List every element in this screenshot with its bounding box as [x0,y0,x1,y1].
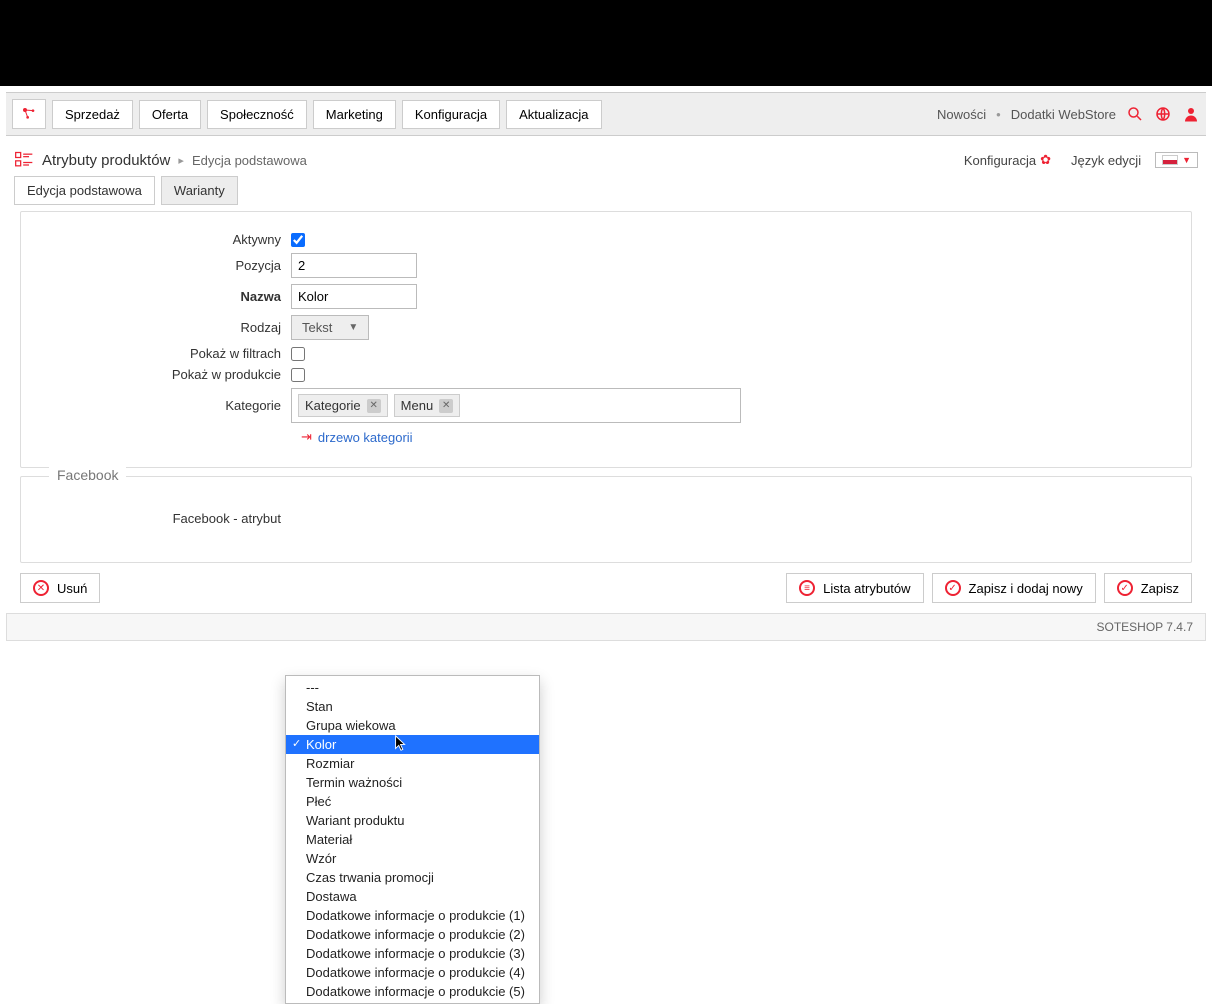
separator-dot: • [996,107,1001,122]
facebook-legend: Facebook [49,467,126,483]
delete-icon: ✕ [33,580,49,596]
dropdown-type[interactable]: Tekst ▼ [291,315,369,340]
checkbox-show-filters[interactable] [291,347,305,361]
chevron-right-icon: ▸ [178,154,184,167]
search-icon[interactable] [1126,105,1144,123]
dropdown-option[interactable]: Dodatkowe informacje o produkcie (5) [286,982,539,1001]
caret-down-icon: ▼ [348,322,358,333]
check-icon: ✓ [1117,580,1133,596]
facebook-fieldset: Facebook Facebook - atrybut [20,476,1192,563]
list-attributes-button[interactable]: ≡ Lista atrybutów [786,573,923,603]
dropdown-option[interactable]: Dodatkowe informacje o produkcie (1) [286,906,539,925]
delete-button[interactable]: ✕ Usuń [20,573,100,603]
label-active: Aktywny [31,232,291,247]
news-link[interactable]: Nowości [937,107,986,122]
tagbox-categories[interactable]: Kategorie ✕ Menu ✕ [291,388,741,423]
dropdown-option[interactable]: Dodatkowe informacje o produkcie (4) [286,963,539,982]
save-and-new-button[interactable]: ✓ Zapisz i dodaj nowy [932,573,1096,603]
page-title: Atrybuty produktów [42,152,170,169]
nav-oferta[interactable]: Oferta [139,100,201,129]
dropdown-option[interactable]: Stan [286,697,539,716]
tag-kategorie: Kategorie ✕ [298,394,388,417]
version-text: SOTESHOP 7.4.7 [1097,620,1194,634]
nav-konfiguracja[interactable]: Konfiguracja [402,100,500,129]
dropdown-option[interactable]: Wzór [286,849,539,868]
label-type: Rodzaj [31,320,291,335]
action-bar: ✕ Usuń ≡ Lista atrybutów ✓ Zapisz i doda… [20,573,1192,603]
list-icon: ≡ [799,580,815,596]
subheader: Atrybuty produktów ▸ Edycja podstawowa K… [0,142,1212,176]
nav-marketing[interactable]: Marketing [313,100,396,129]
gear-icon: ✿ [1040,152,1051,168]
dropdown-option[interactable]: Wariant produktu [286,811,539,830]
check-icon: ✓ [945,580,961,596]
tab-variants[interactable]: Warianty [161,176,238,205]
dropdown-option[interactable]: Dodatkowe informacje o produkcie (3) [286,944,539,963]
dropdown-option[interactable]: Grupa wiekowa [286,716,539,735]
nav-spolecznosc[interactable]: Społeczność [207,100,307,129]
form-panel: Aktywny Pozycja Nazwa Rodzaj Tekst ▼ Pok… [20,211,1192,468]
brand-icon [21,106,37,122]
nav-aktualizacja[interactable]: Aktualizacja [506,100,601,129]
dropdown-option[interactable]: Płeć [286,792,539,811]
tabs: Edycja podstawowa Warianty [0,176,1212,211]
top-black-bar [0,0,1212,86]
nav-sprzedaz[interactable]: Sprzedaż [52,100,133,129]
lang-label: Język edycji [1071,153,1141,168]
config-link[interactable]: Konfiguracja ✿ [964,152,1051,168]
input-position[interactable] [291,253,417,278]
label-show-product: Pokaż w produkcie [31,367,291,382]
tag-remove-icon[interactable]: ✕ [367,399,381,413]
globe-icon[interactable] [1154,105,1172,123]
tree-icon: ⇥ [301,429,312,445]
tree-categories-link[interactable]: ⇥ drzewo kategorii [301,429,1181,445]
dropdown-option[interactable]: Kolor [286,735,539,754]
tag-remove-icon[interactable]: ✕ [439,399,453,413]
page-subtitle: Edycja podstawowa [192,153,307,168]
label-name: Nazwa [31,289,291,304]
dropdown-option[interactable]: Rozmiar [286,754,539,773]
dropdown-option[interactable]: Materiał [286,830,539,849]
input-name[interactable] [291,284,417,309]
tab-basic-edit[interactable]: Edycja podstawowa [14,176,155,205]
chevron-down-icon: ▼ [1182,155,1191,165]
save-button[interactable]: ✓ Zapisz [1104,573,1192,603]
lang-select[interactable]: ▼ [1155,152,1198,168]
logo-button[interactable] [12,99,46,129]
label-categories: Kategorie [31,398,291,413]
label-fb-attribute: Facebook - atrybut [31,511,291,526]
dropdown-option[interactable]: Termin ważności [286,773,539,792]
attributes-icon [14,150,34,170]
main-toolbar: Sprzedaż Oferta Społeczność Marketing Ko… [6,92,1206,136]
tag-menu: Menu ✕ [394,394,461,417]
footer: SOTESHOP 7.4.7 [6,613,1206,641]
fb-attribute-dropdown[interactable]: ---StanGrupa wiekowaKolorRozmiarTermin w… [285,675,540,1004]
checkbox-show-product[interactable] [291,368,305,382]
label-show-filters: Pokaż w filtrach [31,346,291,361]
checkbox-active[interactable] [291,233,305,247]
dropdown-option[interactable]: Czas trwania promocji [286,868,539,887]
dropdown-option[interactable]: Dodatkowe informacje o produkcie (2) [286,925,539,944]
label-position: Pozycja [31,258,291,273]
dropdown-option[interactable]: Dostawa [286,887,539,906]
flag-pl-icon [1162,155,1178,165]
addons-link[interactable]: Dodatki WebStore [1011,107,1116,122]
dropdown-option[interactable]: --- [286,678,539,697]
user-icon[interactable] [1182,105,1200,123]
